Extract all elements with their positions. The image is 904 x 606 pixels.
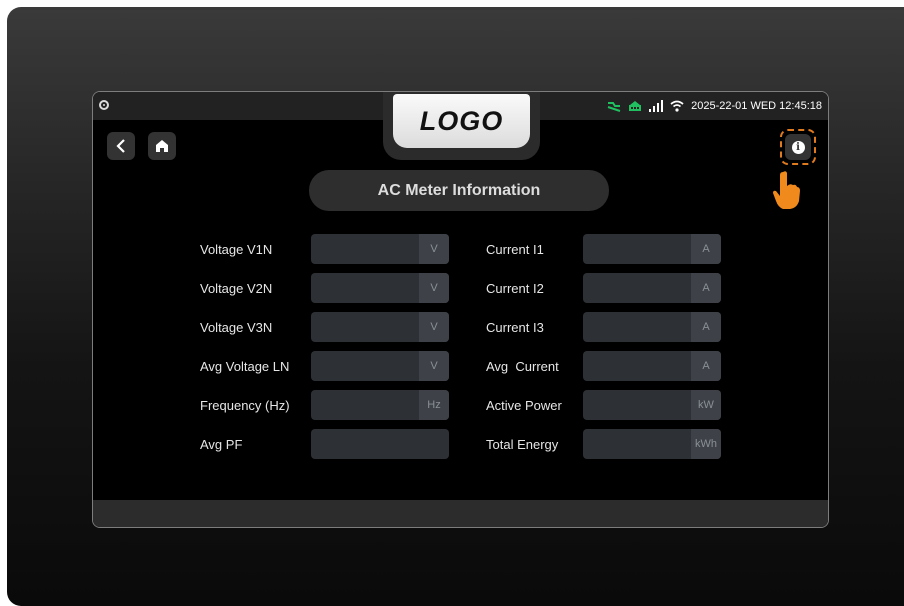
back-button[interactable] xyxy=(107,132,135,160)
field-label: Current I1 xyxy=(486,242,544,257)
unit-label: A xyxy=(691,234,721,264)
current-i1-field[interactable]: A xyxy=(583,234,721,264)
current-i2-field[interactable]: A xyxy=(583,273,721,303)
datetime: 2025-22-01 WED 12:45:18 xyxy=(691,100,822,112)
status-indicators: 2025-22-01 WED 12:45:18 xyxy=(607,98,822,114)
footer-bar xyxy=(93,500,828,527)
voltage-v1n-field[interactable]: V xyxy=(311,234,449,264)
wifi-icon xyxy=(670,100,684,112)
unit-label: V xyxy=(419,312,449,342)
voltage-v2n-field[interactable]: V xyxy=(311,273,449,303)
active-power-field[interactable]: kW xyxy=(583,390,721,420)
charger-icon xyxy=(607,100,621,112)
total-energy-field[interactable]: kWh xyxy=(583,429,721,459)
chevron-left-icon xyxy=(116,139,125,153)
avg-voltage-ln-field[interactable]: V xyxy=(311,351,449,381)
field-label: Avg Current xyxy=(486,359,559,374)
info-icon: i xyxy=(791,140,805,154)
info-button[interactable]: i xyxy=(785,134,811,160)
avg-pf-field[interactable] xyxy=(311,429,449,459)
field-label: Voltage V2N xyxy=(200,281,273,296)
unit-label: kWh xyxy=(691,429,721,459)
signal-bars-icon xyxy=(649,100,664,112)
frequency-field[interactable]: Hz xyxy=(311,390,449,420)
logo: LOGO xyxy=(393,94,530,148)
field-label: Frequency (Hz) xyxy=(200,398,290,413)
settings-icon[interactable] xyxy=(99,100,109,110)
field-label: Avg PF xyxy=(200,437,243,452)
unit-label: V xyxy=(419,351,449,381)
unit-label: A xyxy=(691,312,721,342)
unit-label: A xyxy=(691,351,721,381)
hmi-screen: 2025-22-01 WED 12:45:18 LOGO i AC Meter … xyxy=(92,91,829,528)
voltage-v3n-field[interactable]: V xyxy=(311,312,449,342)
avg-current-field[interactable]: A xyxy=(583,351,721,381)
field-label: Current I3 xyxy=(486,320,544,335)
field-label: Voltage V1N xyxy=(200,242,273,257)
unit-label: kW xyxy=(691,390,721,420)
unit-label: V xyxy=(419,234,449,264)
network-icon xyxy=(628,100,642,112)
home-icon xyxy=(156,140,168,152)
field-label: Active Power xyxy=(486,398,562,413)
info-highlight: i xyxy=(780,129,816,165)
field-label: Avg Voltage LN xyxy=(200,359,290,374)
home-button[interactable] xyxy=(148,132,176,160)
page-title: AC Meter Information xyxy=(309,170,609,211)
logo-tab: LOGO xyxy=(383,92,540,160)
unit-label: V xyxy=(419,273,449,303)
pointer-hand-icon xyxy=(773,171,800,209)
unit-label: A xyxy=(691,273,721,303)
field-label: Current I2 xyxy=(486,281,544,296)
field-label: Voltage V3N xyxy=(200,320,273,335)
unit-label: Hz xyxy=(419,390,449,420)
field-label: Total Energy xyxy=(486,437,559,452)
current-i3-field[interactable]: A xyxy=(583,312,721,342)
